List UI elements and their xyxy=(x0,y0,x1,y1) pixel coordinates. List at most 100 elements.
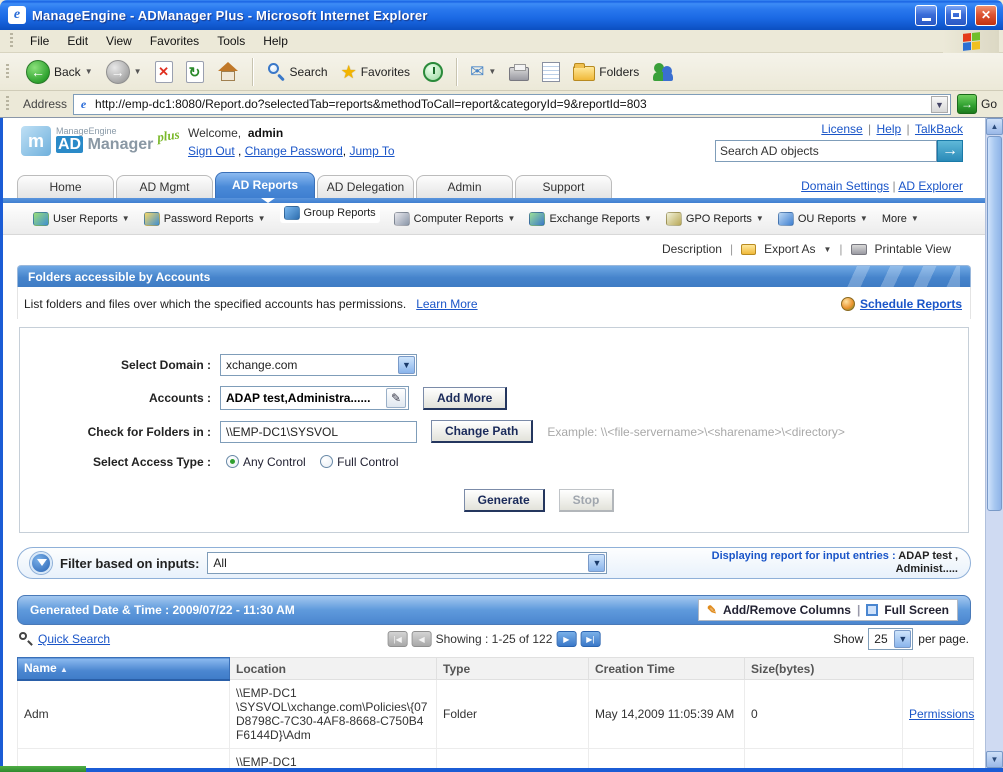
filter-icon xyxy=(30,552,52,574)
column-size[interactable]: Size(bytes) xyxy=(744,657,903,680)
generate-button[interactable]: Generate xyxy=(463,489,545,512)
address-url[interactable]: http://emp-dc1:8080/Report.do?selectedTa… xyxy=(95,97,927,111)
vertical-scrollbar[interactable]: ▲ ▼ xyxy=(985,118,1003,768)
export-as-button[interactable]: Export As xyxy=(764,242,815,256)
history-button[interactable] xyxy=(419,60,447,84)
welcome-text: Welcome, admin xyxy=(188,126,284,140)
show-per-page: Show 25 ▼ per page. xyxy=(833,628,969,650)
last-page-button[interactable]: ▶| xyxy=(580,631,601,647)
check-folders-label: Check for Folders in : xyxy=(87,424,211,439)
menu-file[interactable]: File xyxy=(21,32,58,50)
domain-settings-link[interactable]: Domain Settings xyxy=(801,179,889,193)
user-reports-menu[interactable]: User Reports ▼ xyxy=(33,211,130,226)
mail-button[interactable]: ✉ ▼ xyxy=(466,60,500,84)
full-control-radio[interactable] xyxy=(320,455,334,468)
folder-path-input[interactable] xyxy=(220,420,417,443)
scroll-up-icon[interactable]: ▲ xyxy=(986,118,1003,135)
prev-page-button[interactable]: ◀ xyxy=(411,631,432,647)
full-screen-button[interactable]: Full Screen xyxy=(884,603,949,617)
forward-dropdown-icon[interactable]: ▼ xyxy=(134,67,142,76)
quick-search[interactable]: Quick Search xyxy=(19,631,110,647)
change-path-button[interactable]: Change Path xyxy=(431,420,534,443)
next-page-button[interactable]: ▶ xyxy=(556,631,577,647)
column-creation-time[interactable]: Creation Time xyxy=(588,657,745,680)
tab-ad-delegation[interactable]: AD Delegation xyxy=(317,175,414,198)
license-link[interactable]: License xyxy=(821,122,862,136)
printable-view-link[interactable]: Printable View xyxy=(875,242,952,256)
favorites-button[interactable]: ★ Favorites xyxy=(337,61,415,83)
address-input[interactable]: e http://emp-dc1:8080/Report.do?selected… xyxy=(73,93,951,115)
tab-ad-mgmt[interactable]: AD Mgmt xyxy=(116,175,213,198)
add-more-button[interactable]: Add More xyxy=(423,386,508,410)
column-location[interactable]: Location xyxy=(229,657,437,680)
filter-bar: Filter based on inputs: All ▼ Displaying… xyxy=(17,547,971,579)
chevron-down-icon: ▼ xyxy=(588,554,606,572)
print-button[interactable] xyxy=(505,61,533,83)
menu-tools[interactable]: Tools xyxy=(208,32,254,50)
edit-accounts-icon[interactable]: ✎ xyxy=(386,388,406,408)
back-dropdown-icon[interactable]: ▼ xyxy=(85,67,93,76)
column-type[interactable]: Type xyxy=(436,657,589,680)
sign-out-link[interactable]: Sign Out xyxy=(188,144,235,158)
permissions-link[interactable]: Permissions xyxy=(909,707,974,721)
tab-support[interactable]: Support xyxy=(515,175,612,198)
schedule-reports[interactable]: Schedule Reports xyxy=(840,297,962,311)
showing-text: Showing : 1-25 of 122 xyxy=(435,632,553,646)
folders-button[interactable]: Folders xyxy=(569,60,643,83)
home-button[interactable] xyxy=(213,59,243,85)
back-button[interactable]: ← Back ▼ xyxy=(22,58,97,86)
accounts-input[interactable] xyxy=(221,391,386,405)
scroll-down-icon[interactable]: ▼ xyxy=(986,751,1003,768)
search-ad-objects-input[interactable] xyxy=(715,140,937,162)
learn-more-link[interactable]: Learn More xyxy=(416,297,477,311)
menu-help[interactable]: Help xyxy=(254,32,297,50)
any-control-radio[interactable] xyxy=(226,455,239,468)
menu-edit[interactable]: Edit xyxy=(58,32,97,50)
help-link[interactable]: Help xyxy=(876,122,901,136)
add-remove-columns-button[interactable]: Add/Remove Columns xyxy=(723,603,851,617)
menu-view[interactable]: View xyxy=(97,32,141,50)
report-panel: Folders accessible by Accounts List fold… xyxy=(17,265,971,533)
page-size-select[interactable]: 25 ▼ xyxy=(868,628,914,650)
search-go-icon[interactable]: → xyxy=(937,140,963,162)
column-name[interactable]: Name ▲ xyxy=(17,657,230,681)
stop-button-form[interactable]: Stop xyxy=(558,489,615,512)
displaying-report-text: Displaying report for input entries : AD… xyxy=(711,550,958,575)
account-links: Sign Out , Change Password, Jump To xyxy=(188,144,395,158)
edit-button[interactable] xyxy=(538,60,564,84)
description-link[interactable]: Description xyxy=(662,242,722,256)
search-button[interactable]: Search xyxy=(262,60,332,84)
cell-size: 0 xyxy=(744,679,903,749)
stop-button[interactable]: ✕ xyxy=(151,59,177,85)
tab-admin[interactable]: Admin xyxy=(416,175,513,198)
go-button[interactable]: → Go xyxy=(956,94,997,114)
domain-select[interactable]: xchange.com ▼ xyxy=(220,354,417,376)
ou-reports-menu[interactable]: OU Reports ▼ xyxy=(777,211,868,226)
change-password-link[interactable]: Change Password xyxy=(245,144,343,158)
minimize-button[interactable] xyxy=(915,4,937,26)
scrollbar-thumb[interactable] xyxy=(987,136,1002,511)
close-button[interactable]: ✕ xyxy=(975,4,997,26)
tab-home[interactable]: Home xyxy=(17,175,114,198)
scrollbar-track[interactable] xyxy=(986,512,1003,751)
favorites-star-icon: ★ xyxy=(340,61,357,82)
refresh-button[interactable]: ↻ xyxy=(182,59,208,85)
address-dropdown-icon[interactable]: ▼ xyxy=(930,95,948,113)
tab-ad-reports[interactable]: AD Reports xyxy=(215,172,315,198)
jump-to-link[interactable]: Jump To xyxy=(349,144,394,158)
exchange-reports-menu[interactable]: Exchange Reports ▼ xyxy=(529,211,652,226)
filter-select[interactable]: All ▼ xyxy=(207,552,608,574)
group-reports-menu[interactable]: Group Reports xyxy=(279,202,380,223)
messenger-button[interactable] xyxy=(648,59,680,85)
ad-explorer-link[interactable]: AD Explorer xyxy=(898,179,963,193)
forward-button[interactable]: → ▼ xyxy=(102,58,146,86)
password-reports-menu[interactable]: Password Reports ▼ xyxy=(143,211,266,226)
maximize-button[interactable] xyxy=(945,4,967,26)
talkback-link[interactable]: TalkBack xyxy=(915,122,963,136)
gpo-reports-icon xyxy=(665,211,682,226)
more-menu[interactable]: More ▼ xyxy=(882,213,919,225)
menu-favorites[interactable]: Favorites xyxy=(141,32,208,50)
first-page-button[interactable]: |◀ xyxy=(387,631,408,647)
gpo-reports-menu[interactable]: GPO Reports ▼ xyxy=(665,211,764,226)
computer-reports-menu[interactable]: Computer Reports ▼ xyxy=(393,211,515,226)
